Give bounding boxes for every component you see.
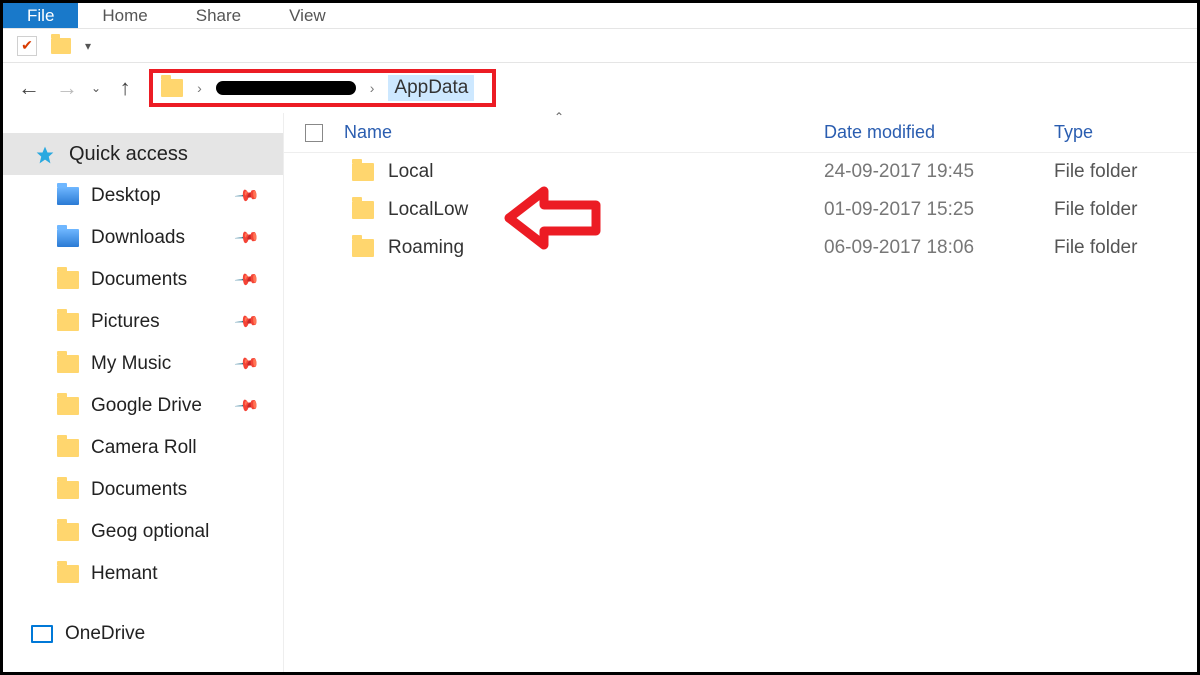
pin-icon: 📌 <box>233 266 261 294</box>
sidebar-item-hemant[interactable]: Hemant <box>3 553 283 595</box>
file-row[interactable]: LocalLow 01-09-2017 15:25 File folder <box>284 191 1197 229</box>
sidebar-item-label: Pictures <box>91 311 160 333</box>
column-header-type[interactable]: Type <box>1054 122 1197 143</box>
address-bar[interactable]: › › AppData <box>149 69 496 107</box>
pin-icon: 📌 <box>233 350 261 378</box>
sidebar-quick-access-label: Quick access <box>69 143 188 166</box>
file-name: LocalLow <box>388 199 468 221</box>
pin-icon: 📌 <box>233 308 261 336</box>
file-type: File folder <box>1054 199 1197 221</box>
sidebar-onedrive[interactable]: OneDrive <box>3 613 283 655</box>
folder-icon <box>57 355 79 373</box>
folder-icon <box>57 481 79 499</box>
address-segment-current[interactable]: AppData <box>388 75 474 101</box>
column-header-date[interactable]: Date modified <box>824 122 1054 143</box>
sidebar-item-label: My Music <box>91 353 171 375</box>
folder-icon <box>352 163 374 181</box>
file-name: Local <box>388 161 433 183</box>
ribbon-tabs: File Home Share View <box>3 3 1197 29</box>
folder-icon <box>352 239 374 257</box>
folder-icon <box>352 201 374 219</box>
pin-icon: 📌 <box>233 392 261 420</box>
properties-icon[interactable]: ✔ <box>17 36 37 56</box>
nav-up-button[interactable]: ↑ <box>111 74 139 102</box>
ribbon-tab-file[interactable]: File <box>3 3 78 28</box>
file-list-pane: Name ⌃ Date modified Type Local 24-09-20… <box>283 113 1197 672</box>
sidebar-item-camera-roll[interactable]: Camera Roll <box>3 427 283 469</box>
qat-dropdown-icon[interactable]: ▾ <box>85 39 91 53</box>
ribbon-tab-view[interactable]: View <box>265 3 350 28</box>
ribbon-tab-home[interactable]: Home <box>78 3 171 28</box>
navigation-pane: Quick access Desktop 📌 Downloads 📌 Docum… <box>3 113 283 672</box>
column-header-name[interactable]: Name ⌃ <box>344 122 824 143</box>
sidebar-item-label: Geog optional <box>91 521 209 543</box>
folder-icon <box>57 523 79 541</box>
nav-recent-dropdown[interactable]: ⌄ <box>91 81 101 95</box>
sidebar-quick-access[interactable]: Quick access <box>3 133 283 175</box>
ribbon-tab-share[interactable]: Share <box>172 3 265 28</box>
sidebar-onedrive-label: OneDrive <box>65 623 145 645</box>
sidebar-item-my-music[interactable]: My Music 📌 <box>3 343 283 385</box>
folder-icon <box>57 565 79 583</box>
file-row[interactable]: Roaming 06-09-2017 18:06 File folder <box>284 229 1197 267</box>
file-date: 24-09-2017 19:45 <box>824 161 1054 183</box>
sidebar-item-label: Hemant <box>91 563 158 585</box>
folder-icon <box>57 187 79 205</box>
file-type: File folder <box>1054 237 1197 259</box>
select-all-checkbox[interactable] <box>305 124 323 142</box>
sidebar-item-label: Desktop <box>91 185 161 207</box>
sidebar-item-downloads[interactable]: Downloads 📌 <box>3 217 283 259</box>
folder-icon <box>57 229 79 247</box>
sidebar-item-pictures[interactable]: Pictures 📌 <box>3 301 283 343</box>
column-header-row: Name ⌃ Date modified Type <box>284 113 1197 153</box>
navigation-row: ← → ⌄ ↑ › › AppData <box>3 63 1197 113</box>
nav-back-button[interactable]: ← <box>15 74 43 102</box>
new-folder-icon[interactable] <box>51 38 71 54</box>
sidebar-item-geog-optional[interactable]: Geog optional <box>3 511 283 553</box>
folder-icon <box>57 439 79 457</box>
onedrive-icon <box>31 625 53 643</box>
sort-ascending-icon: ⌃ <box>554 110 564 124</box>
file-row[interactable]: Local 24-09-2017 19:45 File folder <box>284 153 1197 191</box>
folder-icon <box>57 271 79 289</box>
pin-icon: 📌 <box>233 182 261 210</box>
pin-icon: 📌 <box>233 224 261 252</box>
file-date: 01-09-2017 15:25 <box>824 199 1054 221</box>
sidebar-item-documents[interactable]: Documents 📌 <box>3 259 283 301</box>
sidebar-item-label: Google Drive <box>91 395 202 417</box>
address-folder-icon <box>161 79 183 97</box>
nav-forward-button[interactable]: → <box>53 74 81 102</box>
sidebar-item-label: Documents <box>91 479 187 501</box>
folder-icon <box>57 397 79 415</box>
sidebar-item-label: Downloads <box>91 227 185 249</box>
chevron-right-icon: › <box>197 80 202 96</box>
sidebar-item-google-drive[interactable]: Google Drive 📌 <box>3 385 283 427</box>
sidebar-item-desktop[interactable]: Desktop 📌 <box>3 175 283 217</box>
sidebar-item-documents-2[interactable]: Documents <box>3 469 283 511</box>
sidebar-item-label: Documents <box>91 269 187 291</box>
file-type: File folder <box>1054 161 1197 183</box>
address-segment-redacted[interactable] <box>216 81 356 95</box>
folder-icon <box>57 313 79 331</box>
file-name: Roaming <box>388 237 464 259</box>
chevron-right-icon: › <box>370 80 375 96</box>
file-date: 06-09-2017 18:06 <box>824 237 1054 259</box>
star-icon <box>35 145 57 163</box>
quick-access-toolbar: ✔ ▾ <box>3 29 1197 63</box>
sidebar-item-label: Camera Roll <box>91 437 197 459</box>
